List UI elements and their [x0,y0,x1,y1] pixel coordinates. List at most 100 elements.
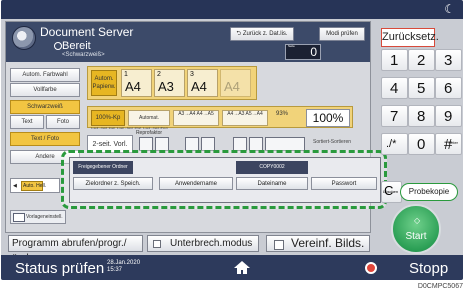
counter-label: Seite [288,44,295,48]
key-enter[interactable]: # Enter [435,133,462,155]
reduce-ratio-button[interactable]: A3→A4 A4→A5 [173,110,219,126]
energy-saver-icon[interactable]: ☾ [444,2,455,16]
key-6[interactable]: 6 [435,77,462,99]
tray-2-size: A3 [158,79,174,94]
simplified-checkbox [274,240,284,250]
key-8[interactable]: 8 [408,105,435,127]
device-frame: ☾ Document Server Bereit <Schwarzweiß> ⮌… [1,0,463,280]
duplex-mode-3-icon[interactable] [185,137,199,151]
tray-2-tag: 2 [157,71,161,78]
duplex-mode-7-icon[interactable] [265,137,305,151]
duplex-mode-2-icon[interactable] [155,137,169,151]
zoom-panel: 100%-Kp Automat. Reprofaktor A3→A4 A4→A5… [87,106,353,136]
original-settings-icon [13,213,25,222]
tray-3-tag: 3 [190,71,194,78]
key-3[interactable]: 3 [435,49,462,71]
key-dot-star[interactable]: ./* [381,133,408,155]
back-arrow-icon: ⮌ [236,31,242,37]
auto-paper-button[interactable]: Autom. Papierw. [91,70,117,96]
tray-1-size: A4 [125,79,141,94]
enter-label: Enter [448,140,458,145]
paper-tray-panel: Autom. Papierw. 1 A4 2 A3 3 A4 A4 [87,66,257,100]
key-1[interactable]: 1 [381,49,408,71]
duplex-mode-4-icon[interactable] [201,137,215,151]
duplex-captions: 1-seit→beid. 2seit. 1-seit→beid. 4Vorl. … [91,126,169,130]
ready-icon [54,42,62,50]
bypass-tray-size: A4 [224,79,240,94]
key-2[interactable]: 2 [408,49,435,71]
bypass-tray-button[interactable]: A4 [220,69,251,97]
key-4[interactable]: 4 [381,77,408,99]
interrupt-label: Unterbrech.modus [170,238,253,249]
tray-3-size: A4 [191,79,207,94]
simplified-screen-button[interactable]: Vereinf. Bilds. [266,235,370,252]
check-status-button[interactable]: Status prüfen [15,260,104,277]
photo-button[interactable]: Foto [46,115,80,129]
check-modes-button[interactable]: Modi prüfen [319,27,365,41]
counter-value: 0 [310,45,317,59]
tray-1-tag: 1 [124,71,128,78]
interrupt-checkbox [153,240,161,248]
status-bar: Status prüfen 28.Jan.2020 15:37 Stopp [1,255,463,280]
interrupt-mode-button[interactable]: Unterbrech.modus [147,235,259,252]
tray-1-button[interactable]: 1 A4 [121,69,152,97]
start-button[interactable]: ◇ Start [391,204,441,254]
bw-button[interactable]: Schwarzweiß [10,100,80,114]
app-title: Document Server [40,25,134,39]
key-7[interactable]: 7 [381,105,408,127]
sample-copy-button[interactable]: Probekopie [400,183,458,201]
key-9[interactable]: 9 [435,105,462,127]
status-subtext: <Schwarzweiß> [62,52,105,58]
file-name-value: COPY0002 [236,161,308,174]
reset-button[interactable]: Zurücksetz. [381,28,439,47]
time-text: 15:37 [107,267,123,273]
home-icon[interactable] [233,260,251,275]
keypad: Zurücksetz. 1 2 3 4 5 6 7 8 9 ./* 0 # En… [373,21,463,255]
stop-button[interactable]: Stopp [409,260,448,277]
document-server-icon [12,26,36,50]
auto-density-button[interactable]: ◀ Auto. Hell. [10,178,60,193]
status-text: Bereit [62,40,91,52]
back-to-list-button[interactable]: ⮌ Zurück z. Dat.lis. [230,27,294,41]
key-0[interactable]: 0 [408,133,435,155]
original-settings-button[interactable]: Vorlageneinstell. [10,210,66,224]
simplified-label: Vereinf. Bilds. [291,236,365,250]
auto-reduce-button[interactable]: Automat. Reprofaktor [128,110,170,136]
text-photo-button[interactable]: Text / Foto [10,132,80,146]
auto-density-label: Auto. Hell. [23,183,47,189]
tray-3-button[interactable]: 3 A4 [187,69,218,97]
program-recall-button[interactable]: Programm abrufen/progr./ändern [8,235,143,264]
left-arrow-icon: ◀ [13,183,17,189]
shared-folder-label: Freigegebener Ordner [73,161,133,174]
text-button[interactable]: Text [10,115,44,129]
figure-code: D0CMPC5067 [417,283,463,290]
start-label: Start [405,231,427,242]
date-time: 28.Jan.2020 15:37 [107,260,140,274]
enlarge-ratio-button[interactable]: A4→A3 A5→A4 [222,110,268,126]
clear-sublabel: Löschen [383,189,399,194]
duplex-mode-6-icon[interactable] [249,137,263,151]
back-to-list-label: Zurück z. Dat.lis. [242,31,288,37]
zoom-value[interactable]: 100% [306,109,350,127]
password-button[interactable]: Passwort [311,177,377,190]
app-header: Document Server Bereit <Schwarzweiß> ⮌ Z… [6,22,370,62]
file-name-button[interactable]: Dateiname [236,177,308,190]
zoom-small-pct: 93% [276,111,289,117]
duplex-mode-5-icon[interactable] [233,137,247,151]
store-file-panel: Freigegebener Ordner COPY0002 Zielordner… [69,157,381,203]
full-color-button[interactable]: Vollfarbe [10,83,80,97]
full-size-button[interactable]: 100%-Kp [91,110,125,126]
auto-color-button[interactable]: Autom. Farbwahl [10,68,80,82]
user-name-button[interactable]: Anwendername [159,177,233,190]
date-text: 28.Jan.2020 [107,260,141,266]
top-bar: ☾ [1,0,463,19]
key-5[interactable]: 5 [408,77,435,99]
sort-label: Sortiert-Sortieren [313,139,352,145]
start-icon: ◇ [414,216,421,225]
stop-indicator-icon [365,262,377,274]
clear-button[interactable]: C Löschen [381,181,402,203]
select-folder-button[interactable]: Zielordner z. Speich. [73,177,153,190]
duplex-mode-1-icon[interactable] [139,137,153,151]
original-settings-label: Vorlageneinstell. [26,214,63,220]
tray-2-button[interactable]: 2 A3 [154,69,185,97]
